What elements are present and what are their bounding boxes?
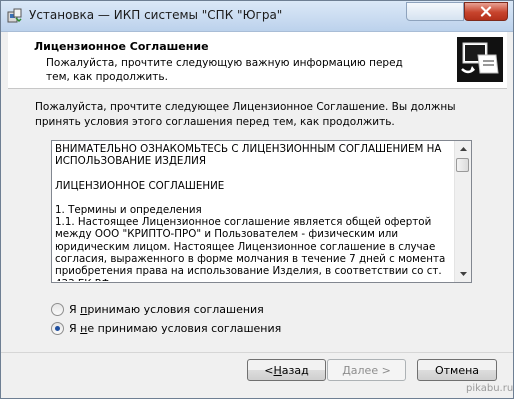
accept-radio[interactable] [51,302,64,316]
license-heading: ВНИМАТЕЛЬНО ОЗНАКОМЬТЕСЬ С ЛИЦЕНЗИОННЫМ … [55,143,442,168]
window-title: Установка — ИКП системы "СПК "Югра" [29,8,283,22]
title-bar[interactable]: Установка — ИКП системы "СПК "Югра" [1,1,513,32]
accept-option[interactable]: Я принимаю условия соглашения [51,301,264,317]
installer-window: Установка — ИКП системы "СПК "Югра" Лице… [0,0,514,399]
close-icon [480,6,492,17]
page-title: Лицензионное Соглашение [34,40,209,53]
close-button[interactable] [464,2,508,21]
scroll-down-arrow-icon [459,272,467,276]
decline-option[interactable]: Я не принимаю условия соглашения [51,320,281,336]
license-title: ЛИЦЕНЗИОННОЕ СОГЛАШЕНИЕ [55,179,225,192]
license-text-box[interactable]: ВНИМАТЕЛЬНО ОЗНАКОМЬТЕСЬ С ЛИЦЕНЗИОННЫМ … [51,140,472,283]
installer-icon [7,8,22,23]
scroll-up-button[interactable] [455,141,471,157]
accept-label: Я принимаю условия соглашения [69,302,264,316]
wizard-body: Пожалуйста, прочтите следующее Лицензион… [8,89,507,386]
intro-text: Пожалуйста, прочтите следующее Лицензион… [35,101,456,128]
next-button[interactable]: Далее > [327,359,406,381]
vertical-scrollbar[interactable] [454,141,471,282]
radio-selected-dot [55,325,60,331]
disabled-minimize-maximize-buttons [406,2,464,21]
page-subtitle: Пожалуйста, прочтите следующую важную ин… [46,57,403,83]
watermark: pikabu.ru [466,383,514,394]
scroll-thumb[interactable] [456,158,469,172]
back-button[interactable]: < Назад [247,359,326,381]
footer-divider [1,352,513,353]
scroll-up-arrow-icon [459,147,467,151]
license-paragraph: 1.1. Настоящее Лицензионное соглашение я… [55,216,446,281]
wizard-header: Лицензионное Соглашение Пожалуйста, проч… [8,32,507,89]
decline-label: Я не принимаю условия соглашения [69,321,282,335]
license-section: 1. Термины и определения [55,203,202,216]
decline-radio[interactable] [51,321,64,335]
cancel-button[interactable]: Отмена [417,359,497,381]
scroll-down-button[interactable] [455,266,471,282]
computer-install-icon [454,33,506,85]
license-text: ВНИМАТЕЛЬНО ОЗНАКОМЬТЕСЬ С ЛИЦЕНЗИОННЫМ … [55,143,454,281]
